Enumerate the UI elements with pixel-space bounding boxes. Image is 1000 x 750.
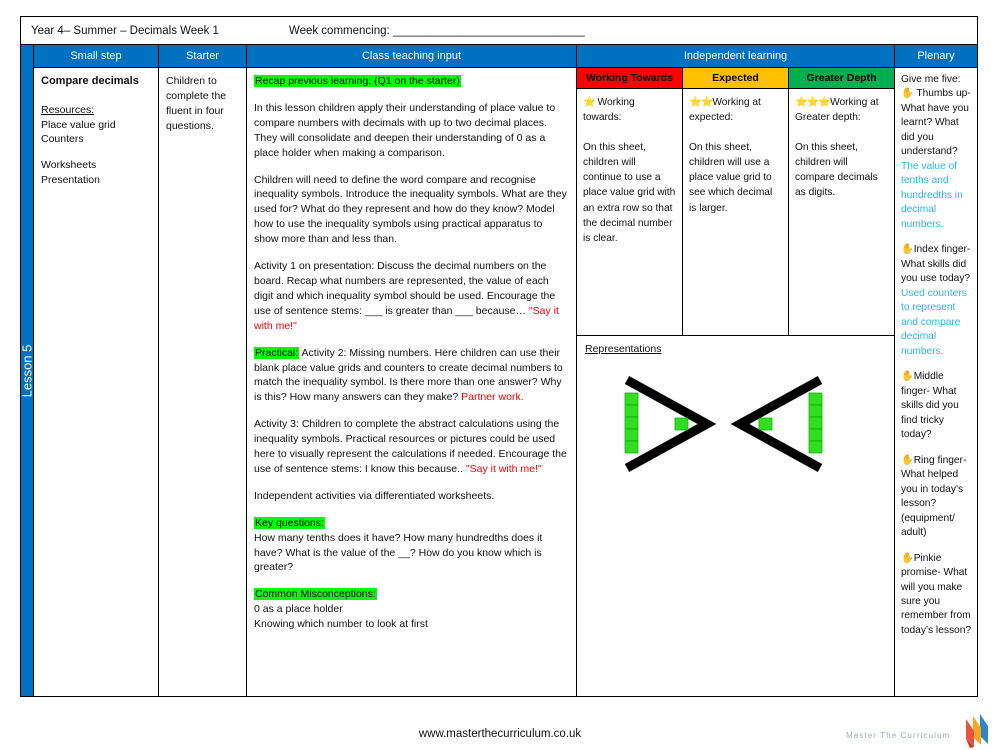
recap-heading: Recap previous learning: (Q1 on the star… [254,75,461,87]
practical-label: Practical: [254,346,300,359]
master-the-curriculum-logo: Master The Curriculum [842,712,992,748]
column-working-towards: Working Towards ⭐ Working towards: On th… [577,68,683,335]
lesson-plan-page: Year 4– Summer – Decimals Week 1 Week co… [0,0,1000,750]
resources-label: Resources: [41,103,95,116]
working-towards-content: ⭐ Working towards: On this sheet, childr… [577,89,682,335]
working-towards-desc: On this sheet, children will continue to… [583,141,676,245]
small-step-content: Compare decimals Resources: Place value … [34,68,158,696]
plenary-item: ✋Ring finger- What helped you in today’s… [901,454,972,541]
lesson-number-tab: Lesson 5 [19,45,35,696]
teaching-paragraph-3-text: Activity 1 on presentation: Discuss the … [254,260,556,317]
greater-depth-content: ⭐⭐⭐Working at Greater depth: On this she… [789,89,894,335]
say-it-with-me-2: "Say it with me!" [465,462,542,475]
representations-title: Representations [585,343,662,355]
hand-icon: ✋ [901,88,914,100]
star-icon: ⭐⭐ [689,97,713,108]
week-commencing-field: Week commencing: _______________________… [288,24,585,37]
column-greater-depth: Greater Depth ⭐⭐⭐Working at Greater dept… [789,68,894,335]
column-class-teaching-input: Class teaching input Recap previous lear… [247,45,577,696]
recap-heading-line: Recap previous learning: (Q1 on the star… [254,74,569,89]
header-class-teaching-input: Class teaching input [247,45,576,68]
header-expected: Expected [683,68,788,89]
misconceptions-heading-line: Common Misconceptions: [254,587,569,602]
plenary-content: Give me five: ✋ Thumbs up- What have you … [895,68,977,654]
expected-lead: ⭐⭐Working at expected: [689,95,782,126]
hand-icon: ✋ [901,371,914,383]
teaching-paragraph-5: Activity 3: Children to complete the abs… [254,417,569,477]
header-greater-depth: Greater Depth [789,68,894,89]
misconception-item: Knowing which number to look at first [254,618,428,631]
header-small-step: Small step [34,45,158,68]
inequality-symbols-representation-icon [624,376,823,472]
independent-learning-body: Working Towards ⭐ Working towards: On th… [577,68,894,696]
plenary-question: Ring finger- What helped you in today’s … [901,454,967,539]
working-towards-lead: ⭐ Working towards: [583,95,676,126]
header-working-towards: Working Towards [577,68,682,89]
star-icon: ⭐⭐⭐ [795,97,831,108]
lesson-plan-table: Lesson 5 Small step Compare decimals Res… [20,44,978,697]
extra-item: Presentation [41,174,100,187]
lesson-tab-label: Lesson 5 [19,344,35,397]
plenary-intro: Give me five: [901,74,961,85]
teaching-paragraph-2: Children will need to define the word co… [254,173,567,246]
extra-item: Worksheets [41,159,97,172]
hand-icon: ✋ [901,454,914,466]
column-starter: Starter Children to complete the fluent … [159,45,247,696]
plenary-item: Give me five: ✋ Thumbs up- What have you … [901,73,972,232]
plenary-item: ✋Middle finger- What skills did you find… [901,370,972,442]
logo-wordmark: Master The Curriculum [846,731,951,740]
greater-depth-lead: ⭐⭐⭐Working at Greater depth: [795,95,888,126]
key-questions-label: Key questions: [254,516,325,529]
key-questions-text: How many tenths does it have? How many h… [254,531,543,574]
column-plenary: Plenary Give me five: ✋ Thumbs up- What h… [895,45,977,696]
partner-work-note: Partner work. [461,391,524,404]
header-starter: Starter [159,45,246,68]
header-independent-learning: Independent learning [577,45,894,68]
expected-desc: On this sheet, children will use a place… [689,141,773,214]
teaching-paragraph-1: In this lesson children apply their unde… [254,101,556,159]
class-teaching-content: Recap previous learning: (Q1 on the star… [247,68,576,696]
teaching-paragraph-6: Independent activities via differentiate… [254,489,495,502]
column-small-step: Small step Compare decimals Resources: P… [34,45,159,696]
plenary-item: ✋Index finger- What skills did you use t… [901,243,972,359]
greater-depth-desc: On this sheet, children will compare dec… [795,141,878,199]
document-title: Year 4– Summer – Decimals Week 1 [31,24,219,37]
document-meta-bar: Year 4– Summer – Decimals Week 1 Week co… [20,16,978,44]
plenary-question: Pinkie promise- What will you make sure … [901,552,972,636]
teaching-paragraph-4: Practical: Activity 2: Missing numbers. … [254,346,569,406]
misconception-item: 0 as a place holder [254,603,343,616]
hand-icon: ✋ [901,244,914,256]
differentiation-columns: Working Towards ⭐ Working towards: On th… [577,68,894,336]
hand-icon: ✋ [901,552,914,564]
header-plenary: Plenary [895,45,977,68]
small-step-title: Compare decimals [41,75,139,87]
resource-item: Counters [41,133,84,146]
column-expected: Expected ⭐⭐Working at expected: On this … [683,68,789,335]
representations-cell: Representations [577,336,894,696]
column-independent-learning: Independent learning Working Towards ⭐ W… [577,45,895,696]
plenary-answer: Used counters to represent and compare d… [901,287,967,357]
starter-content: Children to complete the fluent in four … [159,68,246,696]
expected-content: ⭐⭐Working at expected: On this sheet, ch… [683,89,788,335]
resource-item: Place value grid [41,118,116,131]
star-icon: ⭐ [583,97,596,108]
misconceptions-label: Common Misconceptions: [254,588,377,601]
key-questions-heading-line: Key questions: [254,516,569,531]
teaching-paragraph-3: Activity 1 on presentation: Discuss the … [254,259,569,334]
plenary-answer: The value of tenths and hundredths in de… [901,160,963,230]
starter-text: Children to complete the fluent in four … [166,75,227,132]
plenary-item: ✋Pinkie promise- What will you make sure… [901,552,972,639]
pencil-logo-icon [966,714,988,748]
